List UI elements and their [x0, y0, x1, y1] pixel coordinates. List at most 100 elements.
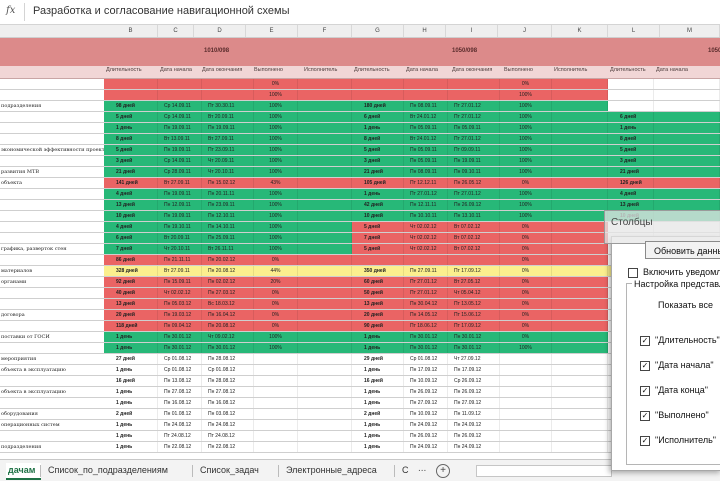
table-cell[interactable]: Ср 01.08.12 — [202, 365, 254, 375]
table-cell[interactable]: 4 дней — [104, 222, 158, 232]
table-cell[interactable]: Пн 24.09.12 — [404, 420, 448, 430]
table-cell[interactable]: Пн 16.08.12 — [202, 398, 254, 408]
table-cell[interactable] — [298, 365, 352, 375]
table-cell[interactable]: 0% — [254, 299, 298, 309]
table-cell[interactable]: Ср 28.09.11 — [158, 167, 202, 177]
table-cell[interactable]: 10 дней — [104, 211, 158, 221]
table-cell[interactable] — [254, 420, 298, 430]
table-cell[interactable] — [298, 222, 352, 232]
table-cell[interactable] — [298, 442, 352, 452]
table-cell[interactable]: Пт 27.01.12 — [448, 189, 500, 199]
table-cell[interactable]: Пн 25.09.11 — [202, 233, 254, 243]
table-cell[interactable] — [254, 442, 298, 452]
table-cell[interactable]: 6 дней — [352, 112, 404, 122]
table-cell[interactable]: 5 дней — [352, 222, 404, 232]
table-cell[interactable]: 0% — [500, 288, 552, 298]
column-header-m[interactable]: M — [660, 25, 720, 37]
table-cell[interactable]: Пн 02.02.12 — [202, 277, 254, 287]
table-cell[interactable]: Пт 24.08.12 — [158, 431, 202, 441]
table-cell[interactable] — [552, 79, 608, 89]
table-cell[interactable]: Вт 27.09.11 — [158, 266, 202, 276]
table-cell[interactable]: Пн 16.08.12 — [158, 398, 202, 408]
table-cell[interactable] — [654, 167, 720, 177]
table-cell[interactable]: Пн 22.08.12 — [202, 442, 254, 452]
table-cell[interactable]: 92 дней — [104, 277, 158, 287]
table-cell[interactable]: 100% — [254, 233, 298, 243]
table-cell[interactable] — [404, 79, 448, 89]
table-cell[interactable]: 0% — [500, 244, 552, 254]
table-cell[interactable] — [654, 178, 720, 188]
table-cell[interactable]: Пн 26.09.12 — [404, 387, 448, 397]
table-cell[interactable]: 90 дней — [352, 321, 404, 331]
table-cell[interactable]: 1 день — [352, 343, 404, 353]
table-cell[interactable]: 5 дней — [104, 112, 158, 122]
table-cell[interactable] — [608, 90, 654, 100]
table-cell[interactable]: 1 день — [104, 123, 158, 133]
table-cell[interactable]: Пн 03.08.12 — [202, 409, 254, 419]
table-cell[interactable]: 8 дней — [608, 134, 654, 144]
table-cell[interactable] — [608, 79, 654, 89]
table-cell[interactable]: 1 день — [104, 398, 158, 408]
table-cell[interactable] — [298, 156, 352, 166]
table-cell[interactable]: Пн 26.05.12 — [448, 178, 500, 188]
task-name-cell[interactable]: поставки от ГОСИ — [0, 332, 104, 342]
task-name-cell[interactable] — [0, 156, 104, 166]
task-name-cell[interactable] — [0, 431, 104, 441]
table-cell[interactable]: 16 дней — [352, 376, 404, 386]
table-cell[interactable]: Чт 05.04.12 — [448, 288, 500, 298]
table-cell[interactable] — [298, 244, 352, 254]
table-cell[interactable]: Пн 05.09.11 — [448, 123, 500, 133]
table-cell[interactable]: 0% — [254, 79, 298, 89]
table-cell[interactable]: Пн 08.09.11 — [404, 101, 448, 111]
table-cell[interactable]: 0% — [500, 332, 552, 342]
table-cell[interactable] — [552, 376, 608, 386]
sheet-tab[interactable]: дачам — [6, 463, 42, 480]
table-cell[interactable]: Пн 30.01.12 — [158, 343, 202, 353]
table-cell[interactable]: 100% — [254, 90, 298, 100]
table-cell[interactable]: 1 день — [352, 387, 404, 397]
table-cell[interactable]: 5 дней — [104, 145, 158, 155]
task-name-cell[interactable]: мероприятия — [0, 354, 104, 364]
table-cell[interactable]: 1 день — [352, 332, 404, 342]
table-cell[interactable]: Пт 27.01.12 — [448, 101, 500, 111]
table-cell[interactable]: Пн 19.09.11 — [158, 123, 202, 133]
table-cell[interactable]: 100% — [500, 189, 552, 199]
table-cell[interactable]: Пн 12.09.11 — [158, 200, 202, 210]
table-cell[interactable] — [104, 79, 158, 89]
table-cell[interactable]: Пт 27.01.12 — [404, 288, 448, 298]
table-cell[interactable]: 100% — [500, 101, 552, 111]
table-cell[interactable]: Чт 02.02.12 — [404, 244, 448, 254]
table-cell[interactable]: Чт 02.02.12 — [158, 288, 202, 298]
table-cell[interactable]: Пн 20.08.12 — [202, 266, 254, 276]
table-cell[interactable]: Пн 24.08.12 — [202, 420, 254, 430]
table-cell[interactable]: 2 дней — [104, 409, 158, 419]
table-cell[interactable] — [448, 255, 500, 265]
table-cell[interactable]: Пн 19.10.11 — [158, 222, 202, 232]
task-name-cell[interactable]: органами — [0, 277, 104, 287]
task-name-cell[interactable]: операционных систем — [0, 420, 104, 430]
table-cell[interactable] — [298, 420, 352, 430]
table-cell[interactable] — [298, 178, 352, 188]
table-cell[interactable] — [158, 90, 202, 100]
table-cell[interactable]: Пн 26.09.12 — [404, 431, 448, 441]
table-cell[interactable]: 86 дней — [104, 255, 158, 265]
table-cell[interactable]: Пн 08.09.11 — [404, 167, 448, 177]
table-cell[interactable]: Пн 27.09.12 — [404, 398, 448, 408]
checkbox-icon[interactable]: ✓ — [640, 410, 650, 421]
table-cell[interactable] — [202, 79, 254, 89]
table-cell[interactable]: Пн 19.09.11 — [158, 145, 202, 155]
table-cell[interactable]: Пн 15.09.11 — [158, 277, 202, 287]
table-cell[interactable] — [654, 90, 720, 100]
table-cell[interactable]: 100% — [500, 90, 552, 100]
table-cell[interactable]: 0% — [254, 321, 298, 331]
table-cell[interactable] — [254, 398, 298, 408]
formula-input[interactable]: Разработка и согласование навигационной … — [33, 5, 289, 17]
table-cell[interactable] — [552, 387, 608, 397]
table-cell[interactable]: 0% — [500, 178, 552, 188]
table-cell[interactable] — [104, 90, 158, 100]
table-cell[interactable]: 0% — [254, 255, 298, 265]
table-cell[interactable]: Чт 20.10.11 — [158, 244, 202, 254]
table-cell[interactable]: 1 день — [104, 343, 158, 353]
column-header-f[interactable]: F — [298, 25, 352, 37]
table-cell[interactable]: 3 дней — [352, 156, 404, 166]
